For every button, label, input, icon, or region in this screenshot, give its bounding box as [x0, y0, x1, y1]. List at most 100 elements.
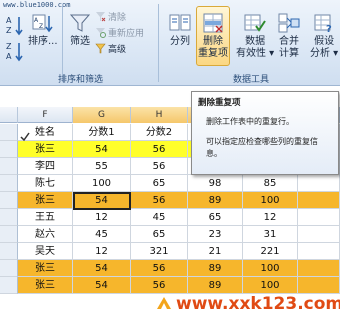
consolidate-button[interactable]: 合并 计算	[277, 12, 301, 60]
cell[interactable]: 张三	[18, 192, 73, 209]
filter-button[interactable]: 筛选	[68, 12, 92, 48]
sort-button[interactable]: AZ 排序...	[28, 12, 58, 48]
remove-dup-label-2: 重复项	[198, 48, 228, 59]
what-if-analysis-button[interactable]: ? 假设 分析 ▾	[310, 12, 338, 60]
sort-az-button[interactable]: AZ	[5, 14, 29, 38]
group-sort-filter-label: 排序和筛选	[58, 75, 104, 85]
row-header[interactable]	[0, 158, 18, 175]
remove-duplicates-button[interactable]: 删除 重复项	[196, 6, 230, 66]
cell[interactable]: 89	[188, 192, 243, 209]
data-validation-button[interactable]: 数据 有效性 ▾	[236, 12, 274, 60]
whatif-label-1: 假设	[314, 36, 335, 47]
cell[interactable]: 54	[73, 141, 131, 158]
cell[interactable]: 65	[131, 226, 188, 243]
cell[interactable]: 85	[243, 175, 298, 192]
table-row: 张三 54 56 89 100	[0, 192, 340, 209]
cell[interactable]: 55	[73, 158, 131, 175]
cell[interactable]: 100	[243, 277, 298, 294]
cell[interactable]	[298, 192, 340, 209]
cell[interactable]	[298, 260, 340, 277]
tooltip-line-2: 可以指定应检查哪些列的重复信息。	[206, 137, 318, 158]
cell[interactable]: 45	[131, 209, 188, 226]
sort-za-button[interactable]: ZA	[5, 40, 29, 64]
cell[interactable]: 56	[131, 192, 188, 209]
site-watermark: www.blue1000.com	[3, 1, 71, 9]
advanced-button[interactable]: 高级	[95, 42, 126, 55]
cell[interactable]: 吴天	[18, 243, 73, 260]
cell[interactable]: 100	[243, 192, 298, 209]
cell[interactable]: 89	[188, 260, 243, 277]
cell[interactable]: 12	[243, 209, 298, 226]
cell[interactable]: 45	[73, 226, 131, 243]
reapply-button[interactable]: 重新应用	[95, 26, 144, 39]
validate-label-2: 有效性 ▾	[236, 48, 275, 59]
column-header[interactable]: G	[73, 107, 131, 123]
cell[interactable]	[298, 209, 340, 226]
cell[interactable]	[298, 175, 340, 192]
text-to-columns-button[interactable]: 分列	[168, 12, 192, 48]
cell[interactable]: 21	[188, 243, 243, 260]
clear-button[interactable]: 清除	[95, 10, 126, 23]
cell[interactable]: 100	[243, 260, 298, 277]
table-row: 陈七 100 65 98 85	[0, 175, 340, 192]
cell[interactable]: 56	[131, 260, 188, 277]
funnel-icon	[68, 12, 92, 34]
validate-label-1: 数据	[245, 36, 266, 47]
cell[interactable]: 100	[73, 175, 131, 192]
cell[interactable]: 98	[188, 175, 243, 192]
sort-dialog-icon: AZ	[31, 12, 55, 34]
cell[interactable]: 张三	[18, 141, 73, 158]
cell[interactable]: 54	[73, 192, 131, 209]
cell[interactable]: 分数1	[73, 124, 131, 141]
cell[interactable]: 12	[73, 209, 131, 226]
cell[interactable]	[298, 226, 340, 243]
cell[interactable]: 65	[188, 209, 243, 226]
row-header[interactable]	[0, 209, 18, 226]
cell[interactable]: 56	[131, 277, 188, 294]
select-all-corner[interactable]	[0, 107, 18, 123]
cell[interactable]: 王五	[18, 209, 73, 226]
cell[interactable]: 54	[73, 260, 131, 277]
row-header[interactable]	[0, 277, 18, 294]
remove-duplicates-icon	[201, 12, 225, 34]
cell[interactable]: 李四	[18, 158, 73, 175]
footer-watermark: www.xxk123.com	[176, 294, 340, 314]
svg-text:?: ?	[326, 24, 332, 34]
reapply-label: 重新应用	[108, 29, 145, 39]
row-header[interactable]	[0, 141, 18, 158]
cell[interactable]	[298, 277, 340, 294]
cell[interactable]: 56	[131, 158, 188, 175]
cell[interactable]: 221	[243, 243, 298, 260]
advanced-label: 高级	[108, 45, 127, 55]
cell[interactable]: 65	[131, 175, 188, 192]
column-header[interactable]: F	[18, 107, 73, 123]
site-logo-icon	[157, 297, 171, 309]
row-header[interactable]	[0, 175, 18, 192]
cell[interactable]: 赵六	[18, 226, 73, 243]
cell[interactable]: 56	[131, 141, 188, 158]
table-row: 张三 54 56 89 100	[0, 260, 340, 277]
row-header[interactable]	[0, 226, 18, 243]
cell[interactable]: 31	[243, 226, 298, 243]
row-header[interactable]	[0, 192, 18, 209]
separator	[158, 4, 159, 82]
cell[interactable]: 张三	[18, 277, 73, 294]
whatif-label-2: 分析 ▾	[310, 48, 339, 59]
cell[interactable]	[298, 243, 340, 260]
cell[interactable]: 54	[73, 277, 131, 294]
cell[interactable]: 分数2	[131, 124, 188, 141]
filter-label: 筛选	[70, 36, 90, 47]
cell[interactable]: 12	[73, 243, 131, 260]
row-header[interactable]	[0, 243, 18, 260]
cell[interactable]: 张三	[18, 260, 73, 277]
data-validation-icon	[243, 12, 267, 34]
cell[interactable]: 89	[188, 277, 243, 294]
row-header[interactable]	[0, 260, 18, 277]
row-header[interactable]	[0, 124, 18, 141]
column-header[interactable]: H	[131, 107, 188, 123]
cell[interactable]: 陈七	[18, 175, 73, 192]
svg-text:A: A	[6, 52, 12, 61]
cell[interactable]: 321	[131, 243, 188, 260]
svg-text:Z: Z	[6, 42, 12, 51]
cell[interactable]: 23	[188, 226, 243, 243]
